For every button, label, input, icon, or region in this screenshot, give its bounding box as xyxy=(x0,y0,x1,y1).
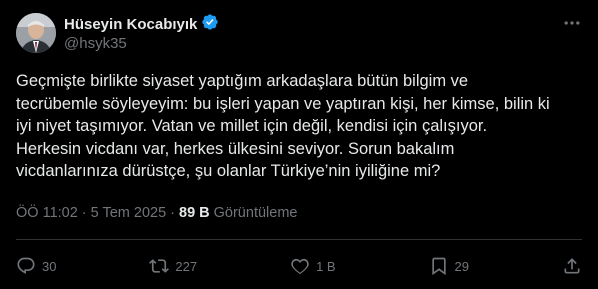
avatar[interactable] xyxy=(16,13,56,53)
meta-separator: · xyxy=(81,205,87,221)
verified-badge-icon xyxy=(201,13,219,36)
repost-count: 227 xyxy=(175,258,198,274)
bookmark-count: 29 xyxy=(454,258,470,274)
reply-icon xyxy=(17,257,35,274)
views-count: 89 B xyxy=(179,205,210,221)
divider xyxy=(16,239,582,240)
more-icon[interactable] xyxy=(562,13,582,33)
reply-count: 30 xyxy=(42,258,57,274)
meta-separator: · xyxy=(170,205,175,221)
author-name-row: Hüseyin Kocabıyık xyxy=(64,13,219,36)
tweet-date[interactable]: 5 Tem 2025 xyxy=(91,205,167,221)
author-handle[interactable]: @hsyk35 xyxy=(64,35,127,52)
like-count: 1 B xyxy=(316,258,336,274)
bookmark-icon xyxy=(431,257,446,276)
like-button[interactable]: 1 B xyxy=(290,256,336,276)
repost-button[interactable]: 227 xyxy=(149,256,197,276)
bookmark-button[interactable]: 29 xyxy=(429,256,469,276)
reply-button[interactable]: 30 xyxy=(16,256,56,276)
like-icon xyxy=(291,258,309,275)
views-label: Görüntüleme xyxy=(213,205,298,221)
share-icon xyxy=(564,258,580,274)
action-bar: 30 227 1 B 29 xyxy=(16,255,582,277)
tweet-text: Geçmişte birlikte siyaset yaptığım arkad… xyxy=(16,72,550,181)
share-button[interactable] xyxy=(562,256,582,276)
author-name[interactable]: Hüseyin Kocabıyık xyxy=(64,16,197,33)
tweet-time[interactable]: ÖÖ 11:02 xyxy=(16,205,78,221)
tweet-meta: ÖÖ 11:02 · 5 Tem 2025 · 89 B Görüntüleme xyxy=(16,205,297,221)
repost-icon xyxy=(149,259,170,273)
